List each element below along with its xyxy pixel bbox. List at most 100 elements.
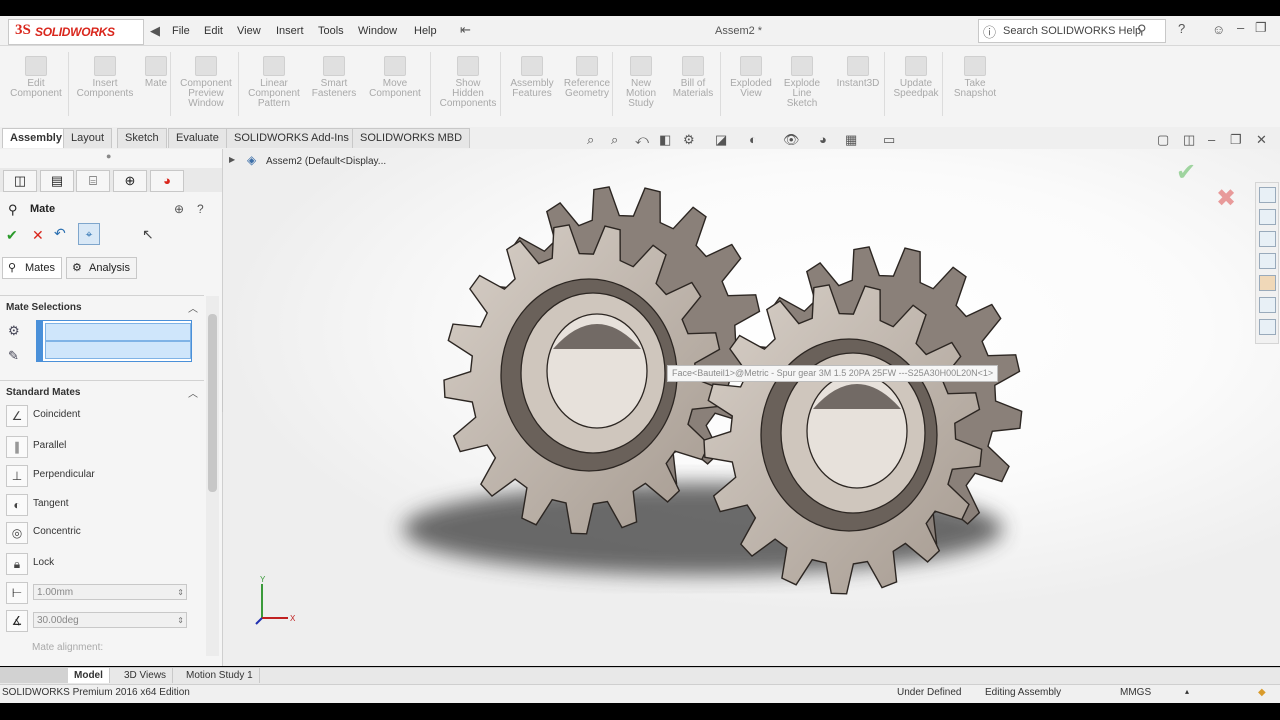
gear-left[interactable]: [443, 186, 763, 535]
scrollbar-thumb[interactable]: [208, 314, 217, 492]
hide-show-icon[interactable]: 👁︎: [783, 132, 800, 148]
zoom-to-fit-icon[interactable]: ⌕: [587, 132, 594, 148]
design-library-icon[interactable]: [1259, 231, 1276, 247]
apply-scene-icon[interactable]: ▦: [845, 132, 857, 148]
insert-components-button[interactable]: Insert Components: [73, 50, 137, 99]
viewport-tile-icon[interactable]: ◫: [1183, 132, 1195, 148]
tab-motion-study-1[interactable]: Motion Study 1: [180, 668, 260, 683]
tree-expand-arrow-icon[interactable]: ▶: [229, 155, 235, 164]
mate-button[interactable]: Mate: [140, 50, 172, 89]
take-snapshot-button[interactable]: Take Snapshot: [948, 50, 1002, 99]
property-manager-tab-icon[interactable]: ▤: [40, 170, 74, 192]
minimize-icon[interactable]: –: [1237, 20, 1244, 35]
units-dropdown-icon[interactable]: ▴: [1185, 687, 1189, 696]
angle-icon[interactable]: ∡: [6, 610, 28, 632]
status-units[interactable]: MMGS: [1120, 687, 1151, 698]
solidworks-logo[interactable]: 3S SOLIDWORKS: [8, 19, 144, 45]
distance-field[interactable]: 1.00mm ⇕: [33, 584, 187, 600]
tab-3d-views[interactable]: 3D Views: [118, 668, 174, 683]
help-icon[interactable]: ?: [1178, 21, 1185, 36]
cancel-x-button[interactable]: ✕: [32, 228, 44, 242]
smart-fasteners-button[interactable]: Smart Fasteners: [309, 50, 359, 99]
confirm-corner-cancel-icon[interactable]: ✖: [1216, 184, 1236, 213]
menu-view[interactable]: View: [237, 25, 261, 37]
zoom-area-icon[interactable]: ⌕: [611, 132, 618, 148]
tab-scroll-arrows[interactable]: [0, 668, 71, 683]
angle-field[interactable]: 30.00deg ⇕: [33, 612, 187, 628]
resources-icon[interactable]: [1259, 209, 1276, 225]
tab-sketch[interactable]: Sketch: [117, 128, 167, 148]
edit-component-button[interactable]: Edit Component: [6, 50, 66, 99]
configuration-manager-tab-icon[interactable]: ⌸: [76, 170, 110, 192]
viewport-split-icon[interactable]: ▢: [1157, 132, 1169, 148]
menu-insert[interactable]: Insert: [276, 25, 304, 37]
selection-slot-1[interactable]: [45, 323, 191, 341]
user-icon[interactable]: ☺: [1212, 22, 1225, 37]
tab-evaluate[interactable]: Evaluate: [168, 128, 227, 148]
component-preview-window-button[interactable]: Component Preview Window: [176, 50, 236, 109]
edit-appearance-icon[interactable]: ◕: [819, 132, 827, 147]
undo-button[interactable]: ↶: [54, 226, 66, 240]
menu-collapse-arrow-icon[interactable]: ◀: [150, 23, 160, 39]
move-component-button[interactable]: Move Component: [364, 50, 426, 99]
file-explorer-icon[interactable]: [1259, 253, 1276, 269]
instant3d-button[interactable]: Instant3D: [830, 50, 886, 89]
panel-scrollbar[interactable]: [206, 296, 219, 656]
spinner-icon[interactable]: ⇕: [177, 585, 184, 601]
menu-tools[interactable]: Tools: [318, 25, 344, 37]
search-input[interactable]: Search SOLIDWORKS Help: [1003, 25, 1141, 37]
tree-root-label[interactable]: Assem2 (Default<Display...: [266, 156, 386, 167]
menu-window[interactable]: Window: [358, 25, 397, 37]
tab-model[interactable]: Model: [68, 668, 110, 683]
confirm-corner-check-icon[interactable]: ✔: [1176, 158, 1196, 187]
assembly-features-button[interactable]: Assembly Features: [508, 50, 556, 99]
pin-menu-icon[interactable]: ⇤: [460, 22, 471, 38]
dimxpert-manager-tab-icon[interactable]: ⊕: [113, 170, 147, 192]
tab-analysis[interactable]: ⚙ Analysis: [66, 257, 137, 279]
dynamic-annotation-icon[interactable]: ⚙: [683, 132, 695, 148]
selection-slot-2[interactable]: [45, 341, 191, 359]
new-motion-study-button[interactable]: New Motion Study: [620, 50, 662, 109]
exploded-view-button[interactable]: Exploded View: [726, 50, 776, 99]
rebuild-status-icon[interactable]: ◆: [1258, 687, 1266, 698]
previous-view-icon[interactable]: ⤺: [635, 132, 649, 148]
menu-file[interactable]: File: [172, 25, 190, 37]
spinner-icon[interactable]: ⇕: [177, 613, 184, 629]
explode-line-sketch-button[interactable]: Explode Line Sketch: [782, 50, 822, 109]
pin-icon[interactable]: ⊕: [174, 202, 184, 216]
tab-solidworks-add-ins[interactable]: SOLIDWORKS Add-Ins: [226, 128, 357, 148]
mate-selections-header[interactable]: Mate Selections: [6, 302, 82, 313]
collapse-chevron-icon[interactable]: ︿: [188, 385, 198, 400]
viewport-restore-icon[interactable]: ❐: [1230, 132, 1242, 148]
tab-solidworks-mbd[interactable]: SOLIDWORKS MBD: [352, 128, 471, 148]
collapse-chevron-icon[interactable]: ︿: [188, 300, 198, 315]
section-view-icon[interactable]: ◧: [659, 132, 671, 148]
viewport-minimize-icon[interactable]: –: [1208, 132, 1215, 147]
pin-dialog-button[interactable]: ⌖: [78, 223, 100, 245]
viewport-close-icon[interactable]: ✕: [1256, 132, 1267, 148]
tab-layout[interactable]: Layout: [63, 128, 113, 148]
help-circle-icon[interactable]: ?: [197, 202, 204, 216]
view-orientation-icon[interactable]: ◪: [715, 132, 727, 148]
mate-selection-list[interactable]: [36, 320, 192, 362]
reference-geometry-button[interactable]: Reference Geometry: [560, 50, 614, 99]
search-icon[interactable]: ⚲: [1137, 22, 1147, 38]
linear-component-pattern-button[interactable]: Linear Component Pattern: [244, 50, 304, 109]
forum-icon[interactable]: [1259, 319, 1276, 335]
restore-icon[interactable]: ❐: [1255, 20, 1267, 36]
ok-check-button[interactable]: ✔: [6, 228, 18, 242]
appearances-icon[interactable]: [1259, 275, 1276, 291]
distance-icon[interactable]: ⊢: [6, 582, 28, 604]
menu-edit[interactable]: Edit: [204, 25, 223, 37]
update-speedpak-button[interactable]: Update Speedpak: [890, 50, 942, 99]
home-icon[interactable]: [1259, 187, 1276, 203]
standard-mates-header[interactable]: Standard Mates: [6, 387, 80, 398]
graphics-area[interactable]: [223, 149, 1280, 666]
display-manager-tab-icon[interactable]: ◕: [150, 170, 184, 192]
view-settings-icon[interactable]: ▭: [883, 132, 895, 148]
show-hidden-components-button[interactable]: Show Hidden Components: [436, 50, 500, 109]
display-style-icon[interactable]: ◐: [749, 132, 757, 147]
feature-manager-tab-icon[interactable]: ◫: [3, 170, 37, 192]
tab-mates[interactable]: ⚲ Mates: [2, 257, 62, 279]
tab-assembly[interactable]: Assembly: [2, 128, 70, 148]
